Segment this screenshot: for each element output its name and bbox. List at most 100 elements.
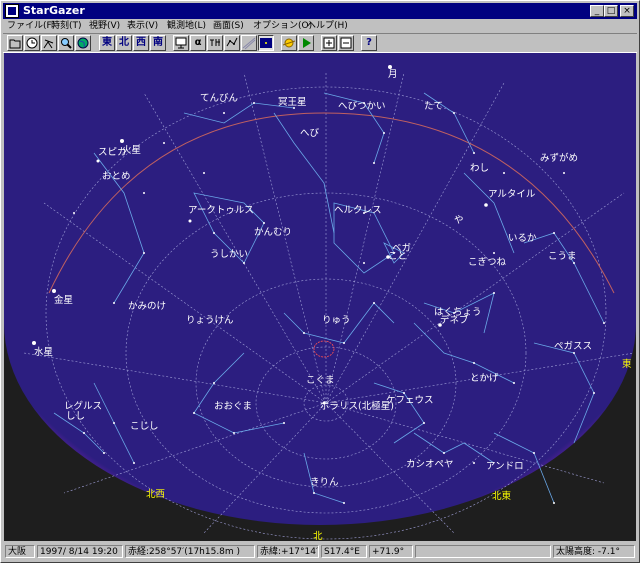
constellation-label: うしかい (210, 249, 249, 260)
constellation-label: こうま (548, 251, 577, 262)
constellation-label: へび (300, 128, 320, 139)
planet-label-pluto: 冥王星 (278, 97, 307, 108)
scope-button[interactable] (41, 35, 57, 51)
title-bar: StarGazer _ □ × (3, 3, 637, 19)
star-label: アークトゥルス (188, 205, 254, 216)
play-icon (303, 38, 311, 48)
alpha-button[interactable]: α (190, 35, 206, 51)
milky-way-button[interactable] (241, 35, 257, 51)
menu-location[interactable]: 観測地(L) (167, 19, 206, 33)
minimize-button[interactable]: _ (590, 5, 604, 17)
north-button[interactable]: 北 (116, 35, 132, 51)
star-label: デネブ (440, 315, 469, 326)
planet-button[interactable] (281, 35, 297, 51)
menu-bar: ファイル(F) 時刻(T) 視野(V) 表示(V) 観測地(L) 画面(S) オ… (3, 19, 637, 33)
constellation-names-button[interactable] (207, 35, 223, 51)
constellation-label: カシオペヤ (406, 459, 454, 470)
east-button[interactable]: 東 (99, 35, 115, 51)
sky-chart (4, 53, 636, 541)
south-button[interactable]: 南 (150, 35, 166, 51)
planet-label-mars: 火星 (122, 145, 142, 156)
constellation-label: いるか (508, 233, 537, 244)
status-sun-altitude: 太陽高度: -7.1° (553, 545, 635, 558)
direction-northwest: 北西 (146, 489, 166, 500)
planet-icon (282, 38, 296, 48)
constellation-label: りょうけん (186, 315, 234, 326)
planet-label-venus: 金星 (54, 295, 74, 306)
zoom-out-button[interactable] (338, 35, 354, 51)
constellation-label: かんむり (254, 227, 293, 238)
globe-button[interactable] (75, 35, 91, 51)
west-button[interactable]: 西 (133, 35, 149, 51)
constellation-lines-button[interactable] (224, 35, 240, 51)
clock-icon (26, 37, 38, 49)
constellation-label: おおぐま (214, 401, 253, 412)
toolbar: 東 北 西 南 α ? (3, 33, 637, 53)
menu-time[interactable]: 時刻(T) (51, 19, 82, 33)
constellation-label: わし (470, 163, 490, 174)
zoom-out-icon (340, 37, 352, 49)
direction-east: 東 (622, 359, 632, 370)
play-button[interactable] (298, 35, 314, 51)
status-azimuth: S17.4°E (321, 545, 367, 558)
constellation-label: アンドロ (486, 461, 524, 472)
status-datetime: 1997/ 8/14 19:20 (37, 545, 123, 558)
direction-north: 北 (313, 531, 323, 541)
status-dec: 赤緯:+17°14′ (257, 545, 319, 558)
menu-view[interactable]: 視野(V) (89, 19, 120, 33)
constellation-label: こと (388, 251, 408, 262)
sky-color-icon (260, 38, 272, 48)
status-location: 大阪 (5, 545, 35, 558)
status-altitude: +71.9° (369, 545, 413, 558)
telescope-icon (43, 39, 54, 49)
open-file-button[interactable] (7, 35, 23, 51)
clock-button[interactable] (24, 35, 40, 51)
menu-screen[interactable]: 画面(S) (213, 19, 244, 33)
window-title: StarGazer (23, 4, 85, 17)
constellation-label: や (454, 215, 464, 226)
menu-display[interactable]: 表示(V) (127, 19, 158, 33)
main-window: StarGazer _ □ × ファイル(F) 時刻(T) 視野(V) 表示(V… (0, 0, 640, 563)
constellation-label: へびつかい (338, 101, 386, 112)
constellation-label: ケフェウス (386, 395, 434, 406)
globe-icon (77, 37, 89, 49)
search-button[interactable] (58, 35, 74, 51)
search-icon (61, 38, 72, 49)
constellation-label: しし (66, 411, 86, 422)
zoom-in-button[interactable] (321, 35, 337, 51)
constellation-label: きりん (310, 477, 339, 488)
app-icon[interactable] (5, 4, 19, 18)
planet-label-moon: 月 (388, 69, 398, 80)
help-button[interactable]: ? (361, 35, 377, 51)
sky-map[interactable]: てんびん へびつかい たて へび スピカ わし みずがめ おとめ アルタイル ア… (4, 53, 636, 541)
constellation-label: たて (424, 101, 444, 112)
menu-file[interactable]: ファイル(F) (7, 19, 55, 33)
constellation-label: こぎつね (468, 257, 507, 268)
constellation-lines-icon (226, 37, 238, 47)
constellation-names-icon (210, 39, 220, 46)
open-file-icon (9, 39, 21, 49)
status-spacer (415, 545, 551, 558)
status-bar: 大阪 1997/ 8/14 19:20 赤経:258°57′(17h15.8m … (3, 544, 637, 560)
monitor-icon (175, 37, 187, 49)
constellation-label: こじし (130, 421, 159, 432)
close-button[interactable]: × (620, 5, 634, 17)
direction-northeast: 北東 (492, 491, 512, 502)
constellation-label: とかげ (470, 373, 499, 384)
constellation-label: ペガスス (554, 341, 593, 352)
planet-label-mercury: 水星 (34, 347, 54, 358)
constellation-label: かみのけ (128, 301, 167, 312)
maximize-button[interactable]: □ (604, 5, 618, 17)
menu-options[interactable]: オプション(O) (253, 19, 312, 33)
star-label: ポラリス(北極星) (320, 401, 394, 412)
constellation-label: こぐま (306, 375, 335, 386)
status-ra: 赤経:258°57′(17h15.8m ) (125, 545, 255, 558)
zoom-in-icon (323, 37, 335, 49)
star-label: アルタイル (488, 189, 536, 200)
milky-way-icon (242, 37, 256, 50)
sky-color-button[interactable] (258, 35, 274, 51)
constellation-label: みずがめ (540, 153, 579, 164)
menu-help[interactable]: ヘルプ(H) (307, 19, 348, 33)
monitor-button[interactable] (173, 35, 189, 51)
constellation-label: りゅう (322, 315, 351, 326)
